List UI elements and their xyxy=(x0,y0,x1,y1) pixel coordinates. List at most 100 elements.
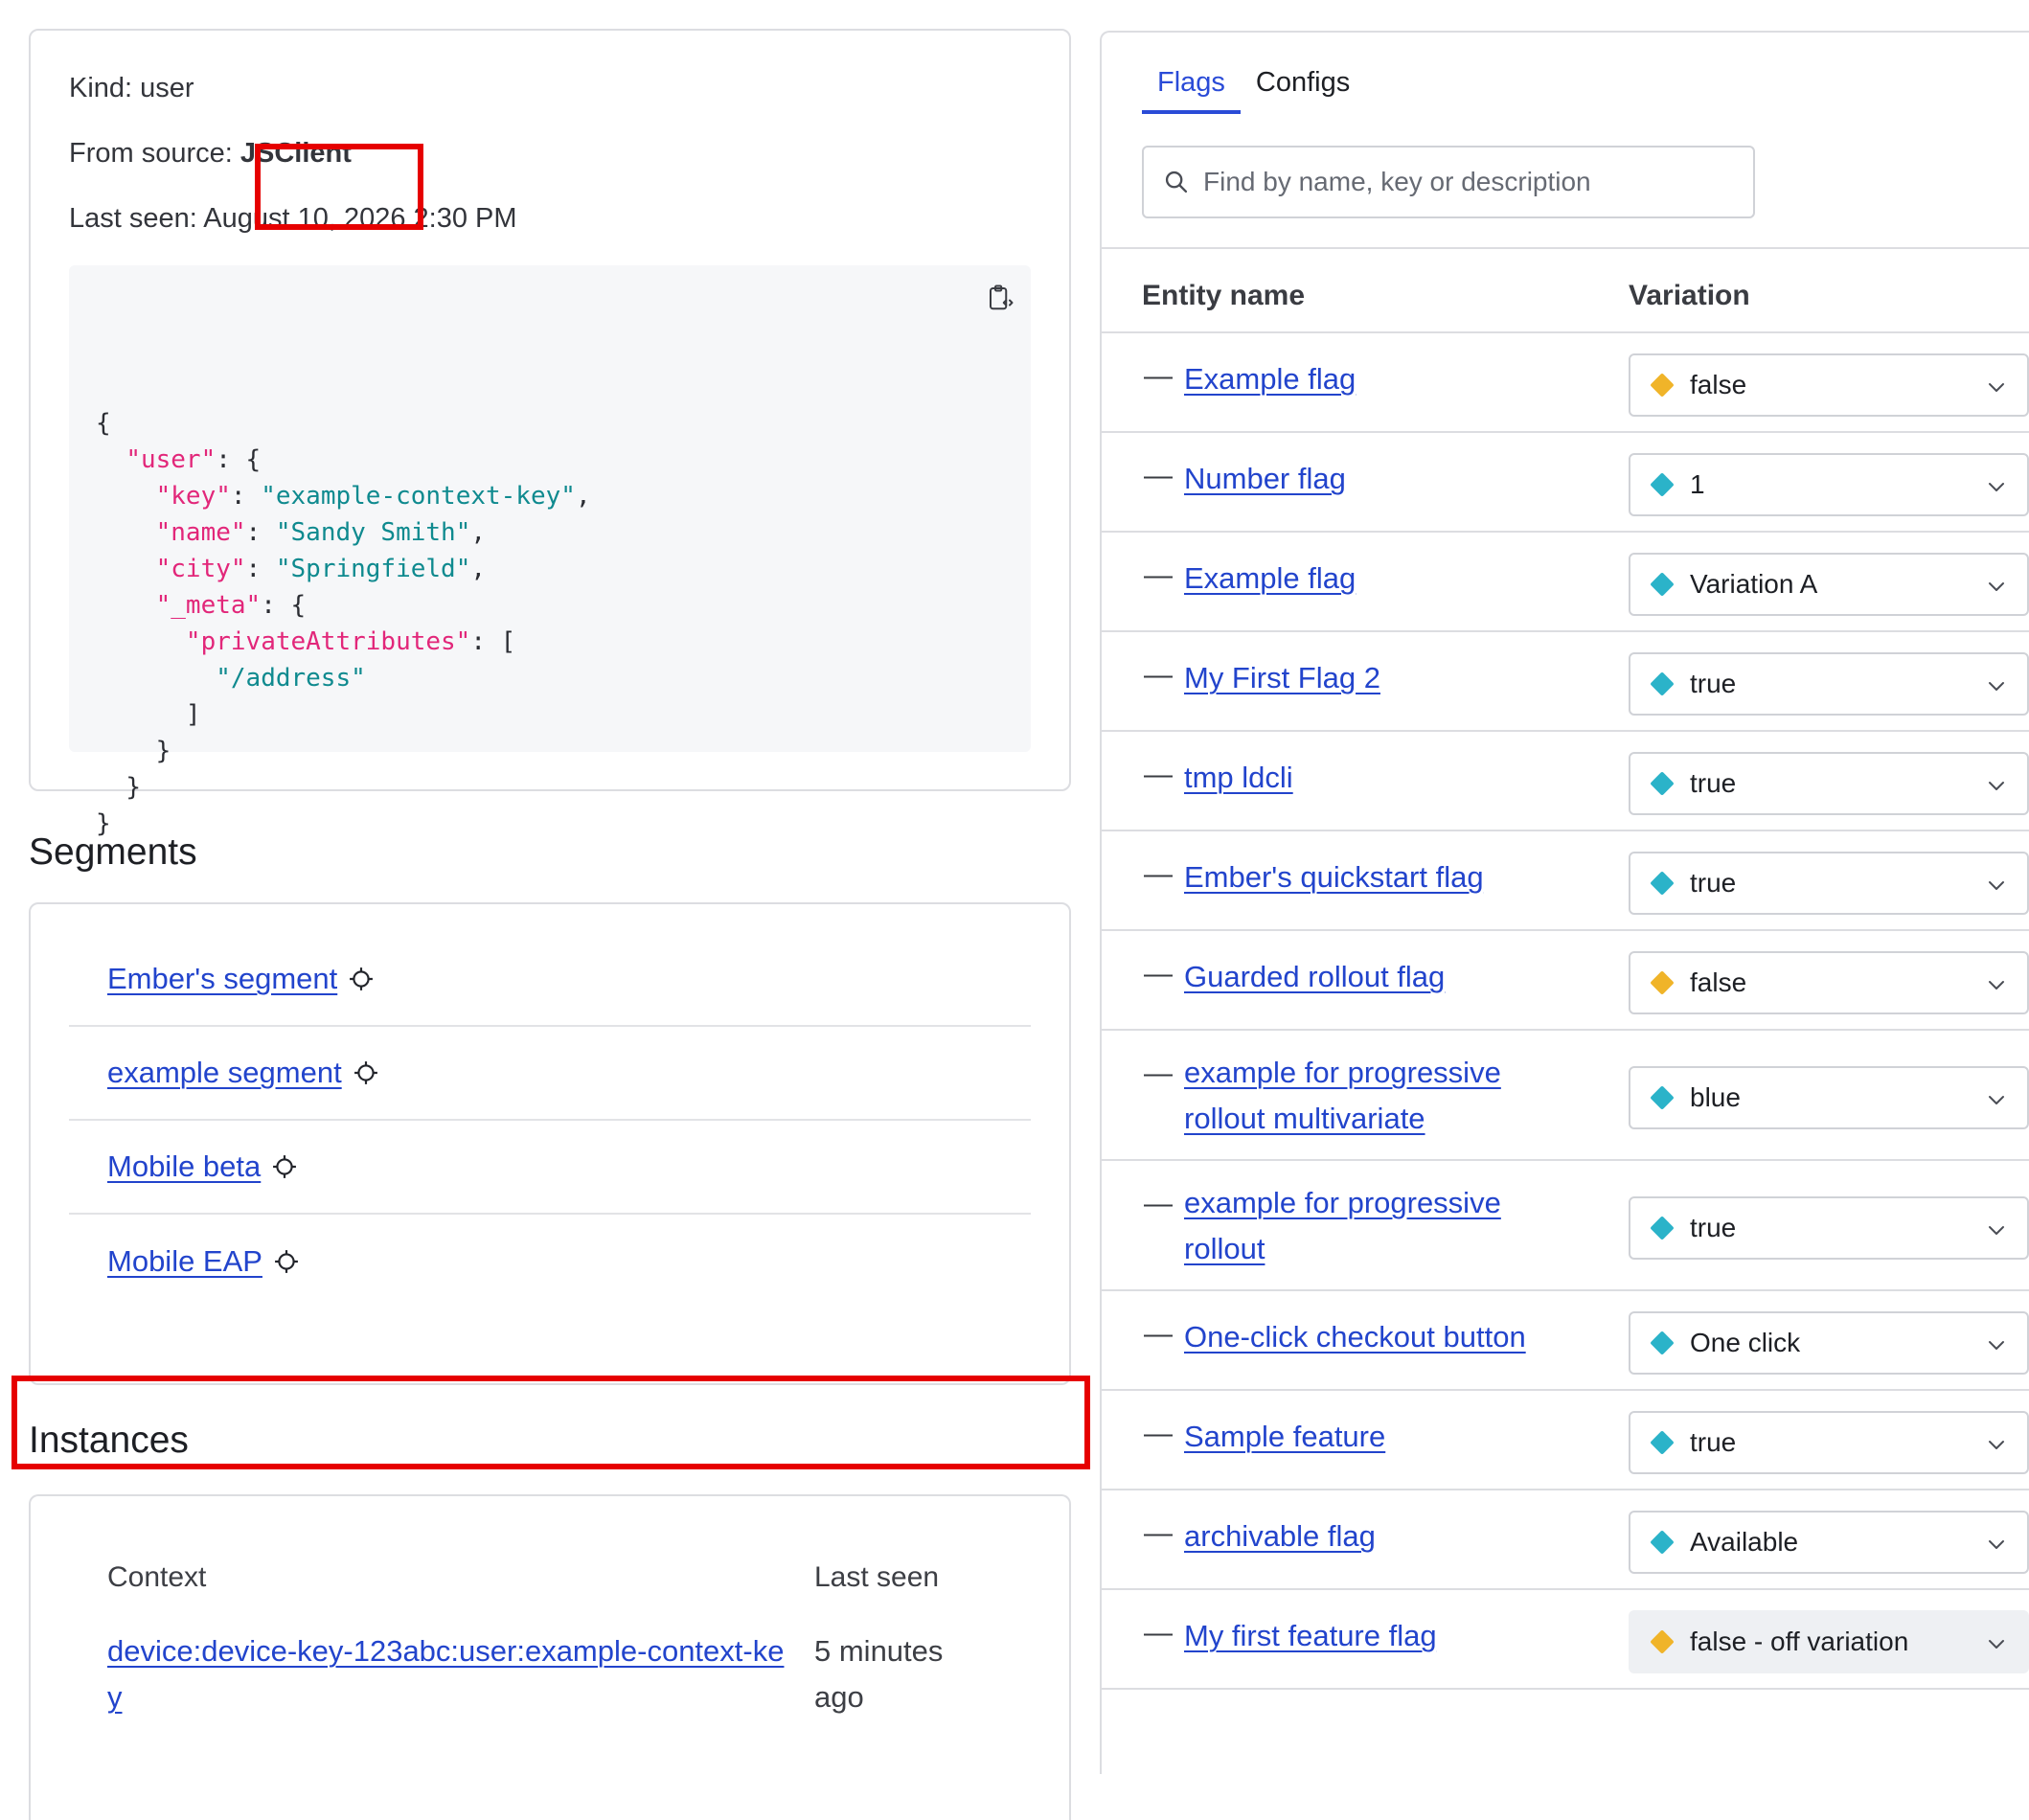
flag-name-link[interactable]: My First Flag 2 xyxy=(1184,655,1567,701)
variation-select[interactable]: true xyxy=(1629,852,2029,915)
variation-select[interactable]: Variation A xyxy=(1629,553,2029,616)
segment-link[interactable]: Mobile EAP xyxy=(107,1244,262,1279)
flag-name-link[interactable]: My first feature flag xyxy=(1184,1613,1567,1659)
collapse-dash-icon[interactable]: — xyxy=(1144,958,1173,990)
json-line: "name": "Sandy Smith", xyxy=(96,514,1004,551)
segment-list: Ember's segment example segment Mobile bet… xyxy=(69,933,1031,1308)
flag-name-link[interactable]: Ember's quickstart flag xyxy=(1184,854,1567,900)
variation-select[interactable]: blue xyxy=(1629,1066,2029,1129)
instances-rows: device:device-key-123abc:user:example-co… xyxy=(69,1594,1031,1720)
variation-select[interactable]: false - off variation xyxy=(1629,1610,2029,1673)
copy-json-button[interactable] xyxy=(979,277,1021,319)
flag-name-link[interactable]: example for progressive rollout xyxy=(1184,1180,1567,1272)
variation-select[interactable]: true xyxy=(1629,1411,2029,1474)
target-icon xyxy=(349,967,374,991)
tab-flags[interactable]: Flags xyxy=(1142,67,1241,114)
source-highlight-box xyxy=(255,144,423,230)
json-key: "city" xyxy=(155,555,246,583)
variation-diamond-icon xyxy=(1650,373,1675,398)
instance-context-link[interactable]: device:device-key-123abc:user:example-co… xyxy=(107,1634,784,1714)
collapse-dash-icon[interactable]: — xyxy=(1144,559,1173,592)
variation-value: false xyxy=(1690,967,1747,997)
chevron-down-icon xyxy=(1985,773,2008,804)
json-line: } xyxy=(96,806,1004,842)
json-punct: ] xyxy=(185,700,201,729)
collapse-dash-icon[interactable]: — xyxy=(1144,659,1173,692)
segment-row: Ember's segment xyxy=(69,933,1031,1027)
variation-value: false xyxy=(1690,370,1747,399)
collapse-dash-icon[interactable]: — xyxy=(1144,1188,1173,1220)
collapse-dash-icon[interactable]: — xyxy=(1144,460,1173,492)
flag-row: — example for progressive rollout multiva… xyxy=(1102,1031,2029,1161)
json-key: "_meta" xyxy=(155,591,262,620)
collapse-dash-icon[interactable]: — xyxy=(1144,1058,1173,1090)
json-line: ] xyxy=(96,696,1004,733)
segment-link[interactable]: Mobile beta xyxy=(107,1149,261,1184)
flag-name-link[interactable]: One-click checkout button xyxy=(1184,1314,1567,1360)
clipboard-code-icon xyxy=(990,284,1014,310)
chevron-down-icon xyxy=(1985,1432,2008,1463)
collapse-dash-icon[interactable]: — xyxy=(1144,1418,1173,1450)
collapse-dash-icon[interactable]: — xyxy=(1144,360,1173,393)
segment-link[interactable]: Ember's segment xyxy=(107,962,337,996)
json-key: "key" xyxy=(155,482,231,511)
segment-link[interactable]: example segment xyxy=(107,1056,342,1090)
collapse-dash-icon[interactable]: — xyxy=(1144,1517,1173,1550)
flag-name-link[interactable]: Example flag xyxy=(1184,356,1567,402)
json-line: "city": "Springfield", xyxy=(96,551,1004,587)
variation-diamond-icon xyxy=(1650,1530,1675,1555)
flag-name-link[interactable]: Number flag xyxy=(1184,456,1567,502)
variation-select[interactable]: true xyxy=(1629,1196,2029,1260)
json-punct: , xyxy=(575,482,591,511)
json-punct: : xyxy=(245,518,276,547)
flag-name-link[interactable]: Guarded rollout flag xyxy=(1184,954,1567,1000)
chevron-down-icon xyxy=(1985,972,2008,1003)
collapse-dash-icon[interactable]: — xyxy=(1144,1318,1173,1351)
flag-name-link[interactable]: Example flag xyxy=(1184,556,1567,602)
flag-name-link[interactable]: tmp ldcli xyxy=(1184,755,1567,801)
context-kind: Kind: user xyxy=(69,73,194,103)
variation-select[interactable]: 1 xyxy=(1629,453,2029,516)
flag-name-link[interactable]: example for progressive rollout multivar… xyxy=(1184,1050,1567,1142)
variation-select[interactable]: true xyxy=(1629,752,2029,815)
flag-name-link[interactable]: archivable flag xyxy=(1184,1513,1567,1559)
variation-select[interactable]: false xyxy=(1629,951,2029,1014)
json-key: "user" xyxy=(125,445,217,474)
json-line: } xyxy=(96,733,1004,769)
variation-select[interactable]: true xyxy=(1629,652,2029,716)
segments-card: Ember's segment example segment Mobile bet… xyxy=(29,902,1071,1385)
search-input[interactable] xyxy=(1201,166,1738,198)
variation-value: blue xyxy=(1690,1082,1741,1112)
flag-search xyxy=(1142,146,1755,218)
json-punct: : xyxy=(245,555,276,583)
flag-row: — Ember's quickstart flag true xyxy=(1102,831,2029,931)
variation-value: true xyxy=(1690,1213,1737,1242)
variation-value: true xyxy=(1690,669,1737,698)
chevron-down-icon xyxy=(1985,1332,2008,1363)
instances-table-header: Context Last seen xyxy=(69,1496,1031,1594)
variation-select[interactable]: false xyxy=(1629,353,2029,417)
instance-context-cell: device:device-key-123abc:user:example-co… xyxy=(107,1628,814,1720)
flag-name-link[interactable]: Sample feature xyxy=(1184,1414,1567,1460)
variation-select[interactable]: Available xyxy=(1629,1511,2029,1574)
variation-select[interactable]: One click xyxy=(1629,1311,2029,1375)
chevron-down-icon xyxy=(1985,1631,2008,1662)
flag-row: — Example flag false xyxy=(1102,333,2029,433)
flags-table-body: — Example flag false — Number flag 1 — Example … xyxy=(1102,333,2029,1690)
json-punct: : xyxy=(230,482,262,511)
collapse-dash-icon[interactable]: — xyxy=(1144,858,1173,891)
flag-row: — Guarded rollout flag false xyxy=(1102,931,2029,1031)
target-icon xyxy=(274,1249,299,1274)
chevron-down-icon xyxy=(1985,1087,2008,1118)
flag-row: — My First Flag 2 true xyxy=(1102,632,2029,732)
variation-diamond-icon xyxy=(1650,1331,1675,1355)
flag-row: — One-click checkout button One click xyxy=(1102,1291,2029,1391)
collapse-dash-icon[interactable]: — xyxy=(1144,759,1173,791)
tab-configs[interactable]: Configs xyxy=(1241,67,1365,114)
collapse-dash-icon[interactable]: — xyxy=(1144,1617,1173,1649)
chevron-down-icon xyxy=(1985,873,2008,903)
variation-diamond-icon xyxy=(1650,572,1675,597)
json-punct: : { xyxy=(261,591,307,620)
json-string: "Springfield" xyxy=(275,555,471,583)
column-header-context: Context xyxy=(107,1561,207,1593)
